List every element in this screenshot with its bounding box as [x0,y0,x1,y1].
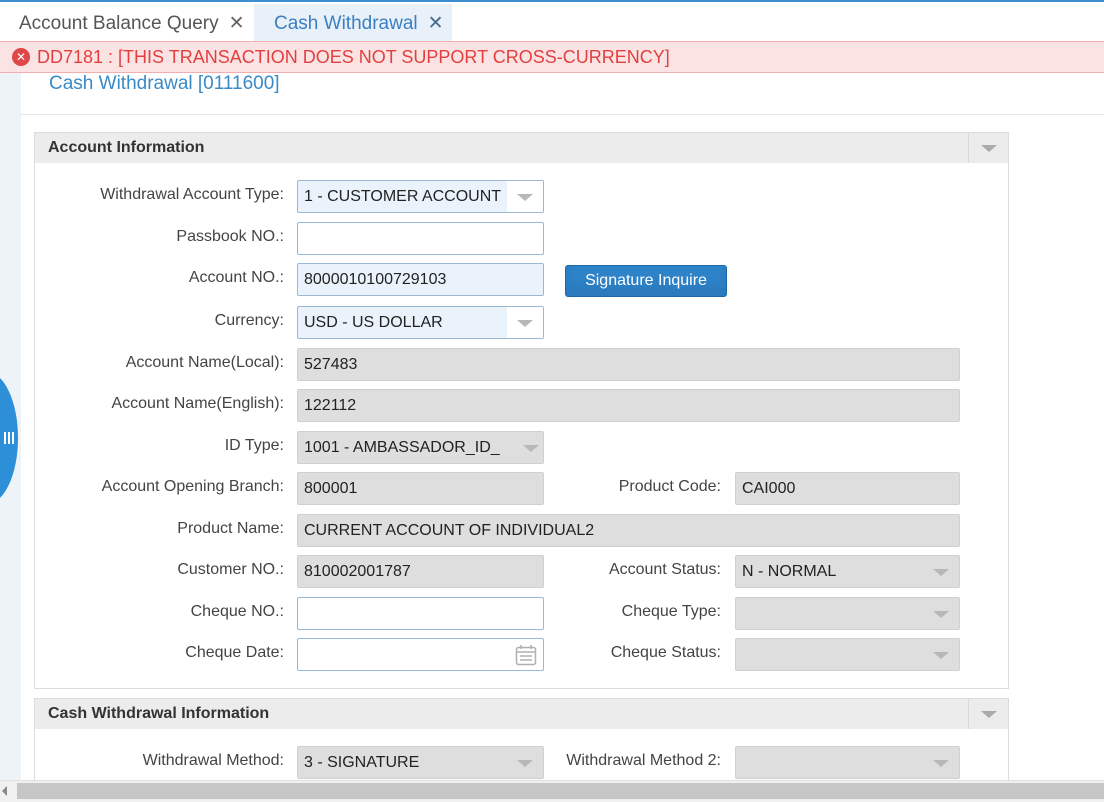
cheque-status-select [735,638,960,671]
tab-cash-withdrawal[interactable]: Cash Withdrawal ✕ [254,4,452,43]
id-type-select: 1001 - AMBASSADOR_ID_ [297,431,544,464]
account-name-local-label: Account Name(Local): [125,354,284,371]
select-value: 1001 - AMBASSADOR_ID_ [304,438,500,456]
cheque-date-label: Cheque Date: [185,644,284,661]
currency-label: Currency: [214,312,284,329]
scroll-left-arrow-icon[interactable] [2,786,7,796]
cheque-no-input[interactable] [297,597,544,630]
cheque-date-input[interactable] [297,638,544,671]
chevron-down-icon[interactable] [507,307,543,338]
chevron-down-icon[interactable] [968,133,1008,163]
cheque-type-select [735,597,960,630]
chevron-down-icon [923,747,959,778]
passbook-no-input[interactable] [297,222,544,255]
chevron-down-icon[interactable] [507,181,543,212]
withdrawal-method-select: 3 - SIGNATURE [297,746,544,779]
chevron-down-icon [513,432,543,463]
divider [21,114,1104,115]
id-type-label: ID Type: [224,437,284,454]
select-value: USD - US DOLLAR [304,313,443,331]
panel-title: Account Information [48,139,205,156]
product-code-field: CAI000 [735,472,960,505]
calendar-icon[interactable] [515,644,537,666]
chevron-down-icon [923,598,959,629]
withdrawal-method-2-label: Withdrawal Method 2: [566,752,721,769]
withdrawal-account-type-select[interactable]: 1 - CUSTOMER ACCOUNT [297,180,544,213]
chevron-down-icon[interactable] [968,699,1008,729]
account-name-english-label: Account Name(English): [111,395,284,412]
tab-label: Cash Withdrawal [274,12,418,34]
chevron-down-icon [923,556,959,587]
account-status-select: N - NORMAL [735,555,960,588]
product-code-label: Product Code: [618,478,721,495]
account-opening-branch-field: 800001 [297,472,544,505]
account-status-label: Account Status: [608,561,721,578]
customer-no-label: Customer NO.: [177,561,284,578]
error-banner: ✕ DD7181 : [THIS TRANSACTION DOES NOT SU… [0,41,1104,73]
scrollbar-thumb[interactable] [17,783,1104,799]
cheque-status-label: Cheque Status: [610,644,721,661]
close-icon[interactable]: ✕ [229,12,245,35]
account-no-label: Account NO.: [188,269,284,286]
tab-account-balance-query[interactable]: Account Balance Query ✕ [19,4,245,43]
error-message: DD7181 : [THIS TRANSACTION DOES NOT SUPP… [37,46,670,67]
tab-bar: Account Balance Query ✕ Cash Withdrawal … [0,0,1104,43]
close-circle-icon: ✕ [12,48,30,66]
signature-inquire-button[interactable]: Signature Inquire [565,265,727,297]
cheque-type-label: Cheque Type: [621,603,721,620]
menu-icon [12,432,14,444]
chevron-down-icon [507,747,543,778]
close-icon[interactable]: ✕ [428,12,444,35]
passbook-no-label: Passbook NO.: [176,228,284,245]
page-title: Cash Withdrawal [0111600] [49,73,280,94]
account-name-english-field: 122112 [297,389,960,422]
cheque-no-label: Cheque NO.: [190,603,284,620]
customer-no-field: 810002001787 [297,555,544,588]
account-name-local-field: 527483 [297,348,960,381]
account-no-input[interactable]: 8000010100729103 [297,263,544,296]
panel-header: Cash Withdrawal Information [35,699,1008,729]
withdrawal-method-label: Withdrawal Method: [142,752,284,769]
withdrawal-account-type-label: Withdrawal Account Type: [100,186,284,203]
product-name-field: CURRENT ACCOUNT OF INDIVIDUAL2 [297,514,960,547]
tab-label: Account Balance Query [19,12,219,34]
withdrawal-method-2-select [735,746,960,779]
currency-select[interactable]: USD - US DOLLAR [297,306,544,339]
panel-title: Cash Withdrawal Information [48,705,270,722]
account-opening-branch-label: Account Opening Branch: [101,478,284,495]
horizontal-scrollbar[interactable] [0,780,1104,802]
chevron-down-icon [923,639,959,670]
panel-header: Account Information [35,133,1008,163]
select-value: N - NORMAL [742,562,837,580]
product-name-label: Product Name: [177,520,284,537]
select-value: 3 - SIGNATURE [304,753,420,771]
select-value: 1 - CUSTOMER ACCOUNT [304,187,502,205]
